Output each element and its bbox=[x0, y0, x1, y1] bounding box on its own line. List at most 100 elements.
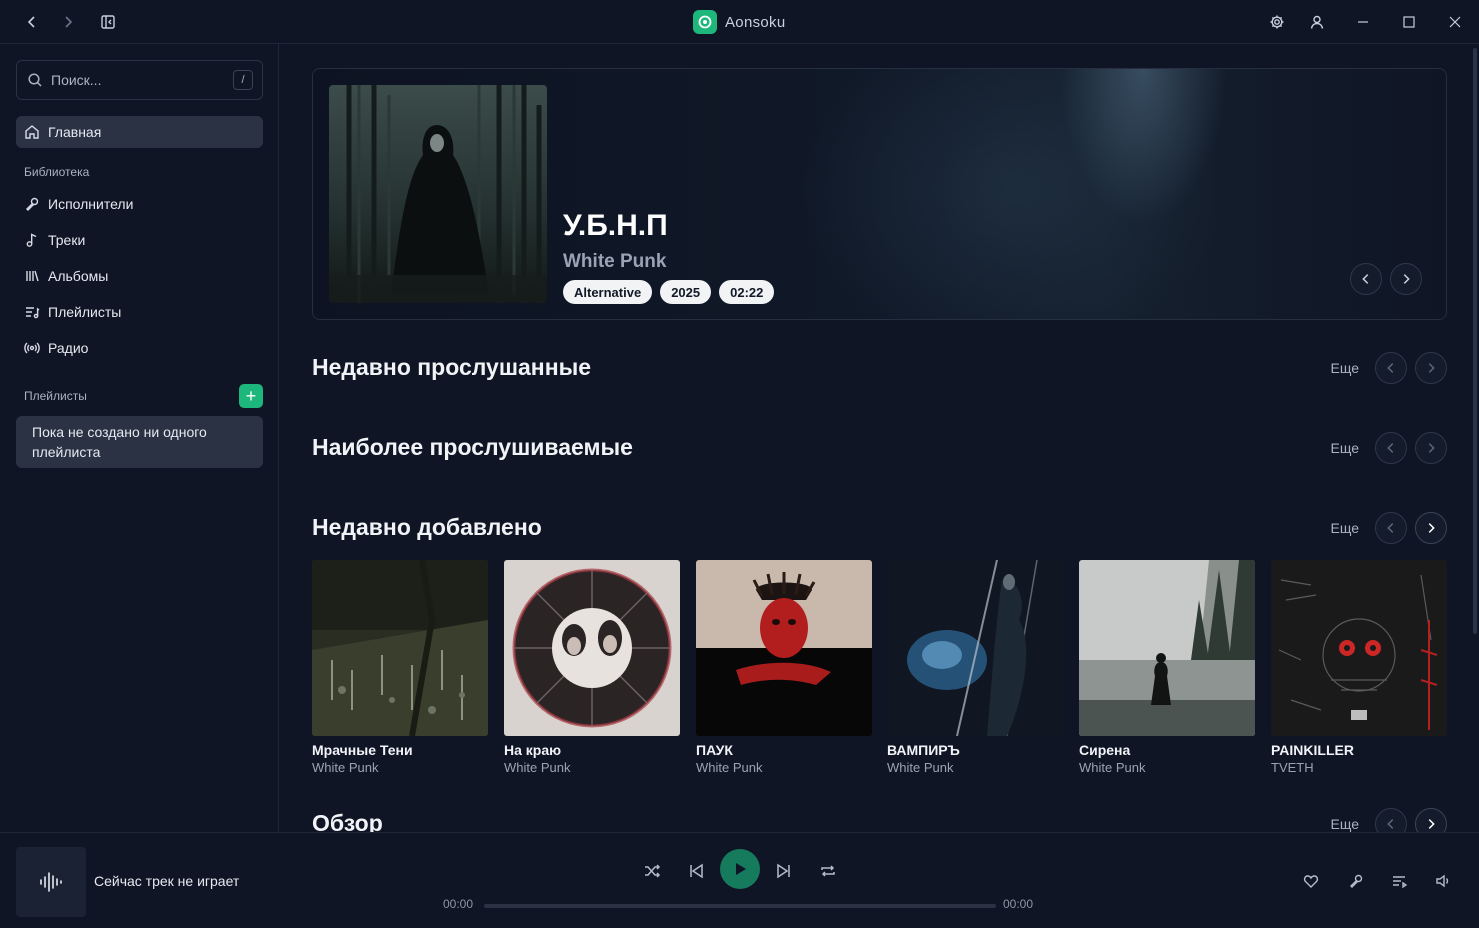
lyrics-button[interactable] bbox=[1346, 871, 1366, 891]
section-prev-button[interactable] bbox=[1375, 432, 1407, 464]
section-most-played: Наиболее прослушиваемые Еще bbox=[312, 428, 1447, 468]
like-button[interactable] bbox=[1301, 871, 1321, 891]
album-cover[interactable] bbox=[504, 560, 680, 736]
sidebar-item-playlists[interactable]: Плейлисты bbox=[16, 296, 263, 328]
volume-button[interactable] bbox=[1433, 871, 1453, 891]
main-content: У.Б.Н.П White Punk Alternative 2025 02:2… bbox=[280, 44, 1479, 832]
chevron-left-icon bbox=[1387, 819, 1394, 829]
chevron-left-icon bbox=[1387, 523, 1394, 533]
sidebar-item-label: Плейлисты bbox=[48, 304, 122, 320]
more-link[interactable]: Еще bbox=[1331, 440, 1360, 456]
chevron-left-icon bbox=[1362, 274, 1369, 284]
album-card[interactable]: Мрачные Тени White Punk bbox=[312, 560, 488, 775]
sidebar-item-label: Исполнители bbox=[48, 196, 134, 212]
sidebar-item-radio[interactable]: Радио bbox=[16, 332, 263, 364]
gear-icon bbox=[1270, 15, 1284, 29]
album-artist[interactable]: White Punk bbox=[887, 760, 1063, 775]
recently-added-carousel: Мрачные Тени White Punk На краю White Pu… bbox=[312, 560, 1447, 780]
user-icon bbox=[1310, 15, 1324, 29]
more-link[interactable]: Еще bbox=[1331, 520, 1360, 536]
section-next-button[interactable] bbox=[1415, 512, 1447, 544]
search-box[interactable]: / bbox=[16, 60, 263, 100]
album-cover[interactable] bbox=[312, 560, 488, 736]
album-title[interactable]: Сирена bbox=[1079, 742, 1255, 758]
maximize-button[interactable] bbox=[1395, 8, 1423, 36]
player-bar: Сейчас трек не играет 00:00 00:00 bbox=[0, 832, 1479, 928]
sidebar-item-label: Треки bbox=[48, 232, 86, 248]
sidebar-item-tracks[interactable]: Треки bbox=[16, 224, 263, 256]
now-playing-text: Сейчас трек не играет bbox=[94, 873, 240, 889]
section-recently-played: Недавно прослушанные Еще bbox=[312, 348, 1447, 388]
next-track-button[interactable] bbox=[772, 859, 796, 883]
previous-track-button[interactable] bbox=[684, 859, 708, 883]
album-cover[interactable] bbox=[1079, 560, 1255, 736]
title-bar: Aonsoku bbox=[0, 0, 1479, 44]
album-card[interactable]: ВАМПИРЪ White Punk bbox=[887, 560, 1063, 775]
section-explore: Обзор Еще bbox=[312, 804, 1447, 832]
now-playing-artwork bbox=[16, 847, 86, 917]
album-cover[interactable] bbox=[1271, 560, 1447, 736]
audio-wave-icon bbox=[40, 872, 62, 892]
play-button[interactable] bbox=[720, 849, 760, 889]
repeat-button[interactable] bbox=[816, 859, 840, 883]
hero-cover-image[interactable] bbox=[329, 85, 547, 303]
album-card[interactable]: ПАУК White Punk bbox=[696, 560, 872, 775]
hero-title[interactable]: У.Б.Н.П bbox=[563, 209, 668, 243]
album-artist[interactable]: White Punk bbox=[1079, 760, 1255, 775]
section-prev-button[interactable] bbox=[1375, 512, 1407, 544]
hero-next-button[interactable] bbox=[1390, 263, 1422, 295]
close-button[interactable] bbox=[1441, 8, 1469, 36]
album-title[interactable]: ПАУК bbox=[696, 742, 872, 758]
app-logo-icon bbox=[693, 10, 717, 34]
sidebar-item-label: Главная bbox=[48, 124, 102, 140]
album-card[interactable]: Сирена White Punk bbox=[1079, 560, 1255, 775]
section-prev-button[interactable] bbox=[1375, 352, 1407, 384]
scrollbar[interactable] bbox=[1473, 48, 1477, 634]
album-cover[interactable] bbox=[887, 560, 1063, 736]
album-title[interactable]: На краю bbox=[504, 742, 680, 758]
album-artist[interactable]: White Punk bbox=[312, 760, 488, 775]
album-title[interactable]: Мрачные Тени bbox=[312, 742, 488, 758]
repeat-icon bbox=[821, 865, 835, 877]
section-next-button[interactable] bbox=[1415, 432, 1447, 464]
album-title[interactable]: ВАМПИРЪ bbox=[887, 742, 1063, 758]
search-input[interactable] bbox=[51, 72, 221, 88]
queue-button[interactable] bbox=[1389, 871, 1409, 891]
shuffle-button[interactable] bbox=[640, 859, 664, 883]
more-link[interactable]: Еще bbox=[1331, 360, 1360, 376]
hero-artist[interactable]: White Punk bbox=[563, 251, 666, 273]
user-button[interactable] bbox=[1303, 8, 1331, 36]
album-cover[interactable] bbox=[696, 560, 872, 736]
minimize-button[interactable] bbox=[1349, 8, 1377, 36]
hero-prev-button[interactable] bbox=[1350, 263, 1382, 295]
genre-badge: Alternative bbox=[563, 280, 653, 304]
chevron-right-icon bbox=[1403, 274, 1410, 284]
search-icon bbox=[28, 73, 42, 87]
section-next-button[interactable] bbox=[1415, 352, 1447, 384]
volume-icon bbox=[1436, 874, 1449, 888]
chevron-right-icon bbox=[1428, 819, 1435, 829]
album-card[interactable]: PAINKILLER TVETH bbox=[1271, 560, 1447, 775]
toggle-sidebar-button[interactable] bbox=[94, 8, 122, 36]
album-card[interactable]: На краю White Punk bbox=[504, 560, 680, 775]
library-section-label: Библиотека bbox=[24, 165, 90, 179]
shuffle-icon bbox=[645, 864, 661, 878]
featured-hero[interactable]: У.Б.Н.П White Punk Alternative 2025 02:2… bbox=[312, 68, 1447, 320]
album-artist[interactable]: TVETH bbox=[1271, 760, 1447, 775]
add-playlist-button[interactable]: + bbox=[239, 384, 263, 408]
album-artist[interactable]: White Punk bbox=[504, 760, 680, 775]
more-link[interactable]: Еще bbox=[1331, 816, 1360, 832]
section-prev-button[interactable] bbox=[1375, 808, 1407, 832]
music-note-icon bbox=[26, 233, 37, 247]
list-music-icon bbox=[1393, 876, 1407, 889]
section-next-button[interactable] bbox=[1415, 808, 1447, 832]
settings-button[interactable] bbox=[1263, 8, 1291, 36]
back-button[interactable] bbox=[18, 8, 46, 36]
forward-button[interactable] bbox=[54, 8, 82, 36]
sidebar-item-artists[interactable]: Исполнители bbox=[16, 188, 263, 220]
album-artist[interactable]: White Punk bbox=[696, 760, 872, 775]
sidebar-item-albums[interactable]: Альбомы bbox=[16, 260, 263, 292]
progress-bar[interactable] bbox=[484, 904, 996, 908]
sidebar-item-home[interactable]: Главная bbox=[16, 116, 263, 148]
album-title[interactable]: PAINKILLER bbox=[1271, 742, 1447, 758]
